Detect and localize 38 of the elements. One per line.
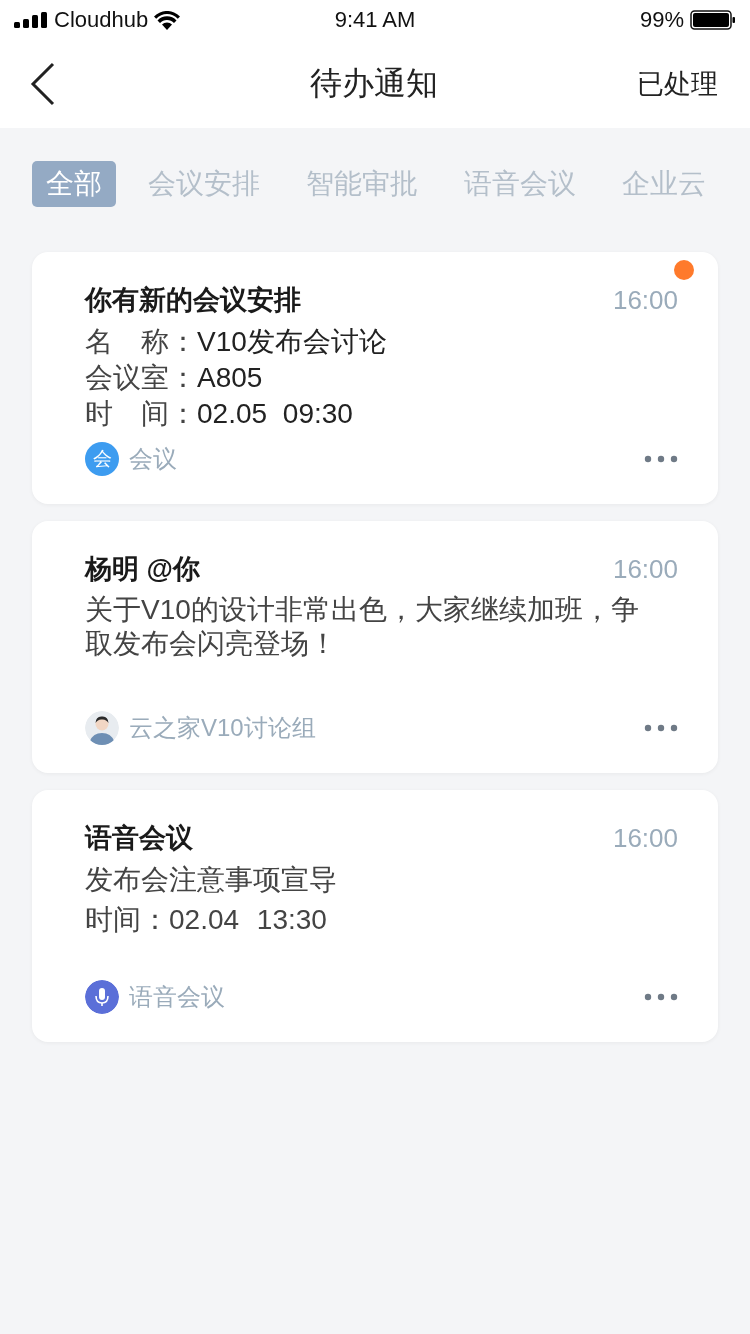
- filter-tab[interactable]: 企业云: [608, 161, 720, 207]
- field-value: V10发布会讨论: [197, 325, 387, 359]
- notice-title: 你有新的会议安排: [85, 284, 301, 317]
- filter-tab[interactable]: 全部: [32, 161, 116, 207]
- notice-time: 16:00: [612, 553, 678, 585]
- field-value: A805: [197, 361, 263, 395]
- microphone-icon: [85, 980, 119, 1014]
- source-label: 语音会议: [129, 982, 226, 1012]
- more-button[interactable]: [644, 993, 678, 1001]
- wifi-icon: [154, 10, 181, 30]
- field-label: 会议室：: [85, 361, 197, 395]
- field-label: 名 称：: [85, 325, 197, 359]
- filter-tab[interactable]: 智能审批: [292, 161, 432, 207]
- field-value: 02.05 09:30: [197, 397, 353, 431]
- source-label: 云之家V10讨论组: [129, 713, 317, 743]
- more-button[interactable]: [644, 455, 678, 463]
- notice-title: 语音会议: [85, 822, 193, 855]
- more-button[interactable]: [644, 724, 678, 732]
- filter-tab[interactable]: 语音会议: [450, 161, 590, 207]
- message-text: 关于V10的设计非常出色，大家继续加班，争取发布会闪亮登场！: [85, 593, 640, 661]
- carrier-name: Cloudhub: [54, 7, 149, 33]
- detail-line: 发布会注意事项宣导: [85, 863, 338, 897]
- notice-time: 16:00: [612, 284, 678, 316]
- back-button[interactable]: [30, 62, 56, 106]
- field-label: 时 间：: [85, 397, 197, 431]
- notice-time: 16:00: [612, 822, 678, 854]
- signal-icon: [14, 12, 48, 28]
- processed-link[interactable]: 已处理: [637, 66, 718, 102]
- avatar-icon: [85, 711, 119, 745]
- notice-title: 杨明 @你: [85, 553, 200, 586]
- battery-icon: [690, 10, 736, 30]
- meeting-badge-icon: 会: [85, 442, 119, 476]
- battery-percent: 99%: [639, 7, 684, 33]
- source-label: 会议: [129, 444, 178, 474]
- page-title: 待办通知: [309, 64, 439, 103]
- detail-line: 时间：02.04 13:30: [85, 903, 328, 937]
- filter-tab[interactable]: 会议安排: [134, 161, 274, 207]
- clock-time: 9:41 AM: [334, 7, 416, 32]
